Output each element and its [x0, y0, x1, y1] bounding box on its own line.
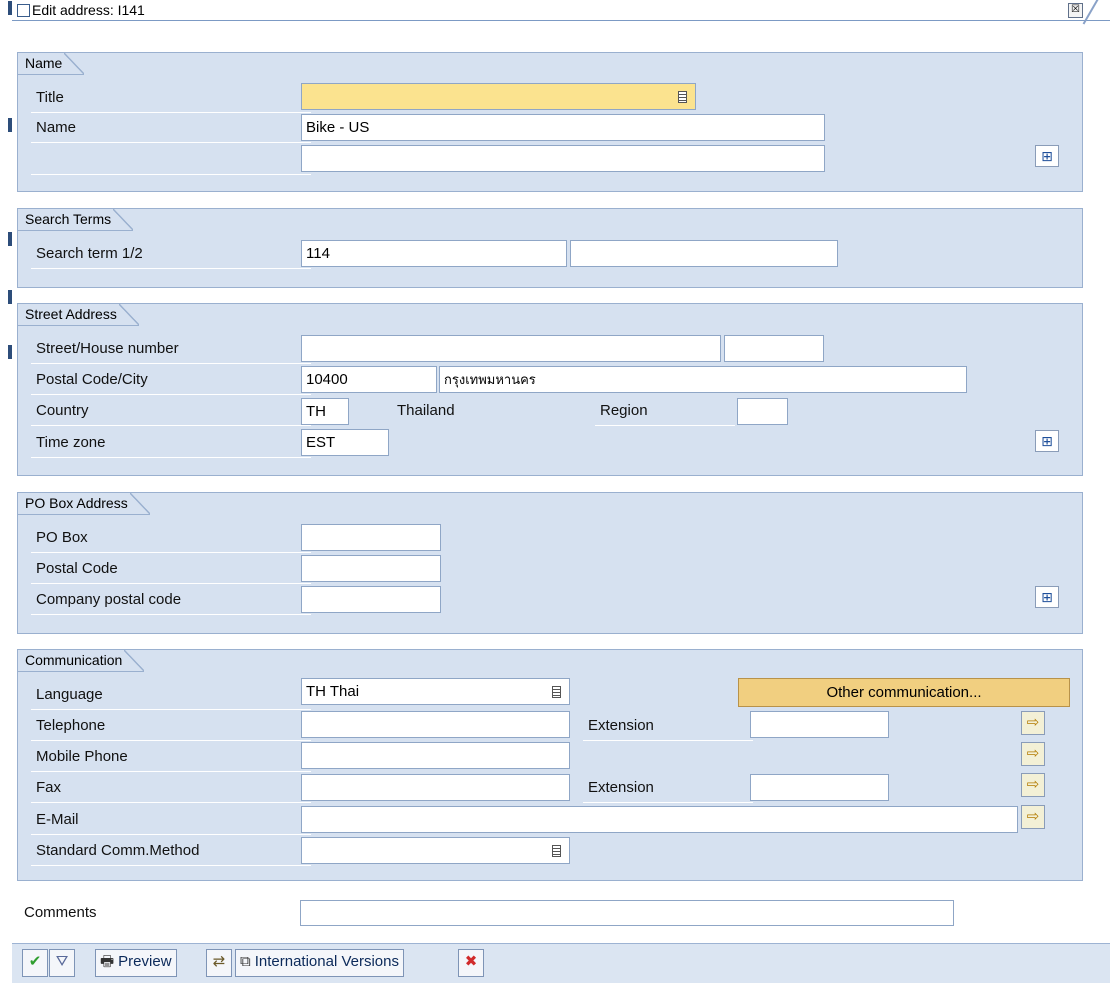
arrow-right-icon: ⇨: [1026, 776, 1040, 793]
preview-label: Preview: [118, 953, 172, 970]
po-postal-code-input[interactable]: [301, 555, 441, 582]
po-box-input[interactable]: [301, 524, 441, 551]
international-versions-label: International Versions: [254, 953, 399, 970]
po-box-label: PO Box: [31, 523, 311, 553]
country-name: Thailand: [397, 402, 455, 419]
edge-marker: [8, 345, 12, 359]
telephone-input[interactable]: [301, 711, 570, 738]
name-group: Name Title Name Bike - US ⊞: [17, 52, 1083, 192]
name-group-caption: Name: [17, 52, 85, 75]
country-input[interactable]: TH: [301, 398, 349, 425]
po-box-caption: PO Box Address: [17, 492, 150, 515]
mobile-phone-input[interactable]: [301, 742, 570, 769]
versions-icon: ⧉: [240, 953, 251, 970]
communication-caption: Communication: [17, 649, 145, 672]
language-dropdown[interactable]: TH Thai: [301, 678, 570, 705]
company-postal-code-label: Company postal code: [31, 585, 311, 615]
standard-comm-method-label: Standard Comm.Method: [31, 836, 311, 866]
cancel-icon: ✖: [464, 953, 478, 970]
email-details-button[interactable]: ⇨: [1021, 805, 1045, 829]
po-postal-code-label: Postal Code: [31, 554, 311, 584]
search-terms-caption: Search Terms: [17, 208, 134, 231]
search-term-1-input[interactable]: 114: [301, 240, 567, 267]
checkmark-icon: ✔: [28, 953, 42, 970]
fax-extension-input[interactable]: [750, 774, 889, 801]
street-input[interactable]: [301, 335, 721, 362]
title-dropdown[interactable]: [301, 83, 696, 110]
fax-extension-label: Extension: [583, 773, 753, 803]
printer-icon: 🖶: [100, 953, 115, 970]
dialog-titlebar: Edit address: I141 ☒: [12, 0, 1110, 25]
arrow-right-icon: ⇨: [1026, 808, 1040, 825]
more-fields-button[interactable]: ⊞: [1035, 430, 1059, 452]
telephone-details-button[interactable]: ⇨: [1021, 711, 1045, 735]
name2-input[interactable]: [301, 145, 825, 172]
more-fields-icon: ⊞: [1041, 589, 1053, 605]
international-versions-button[interactable]: ⧉ International Versions: [235, 949, 404, 977]
confirm-button[interactable]: ✔: [22, 949, 48, 977]
arrow-right-icon: ⇨: [1026, 745, 1040, 762]
edge-marker: [8, 290, 12, 304]
fax-label: Fax: [31, 773, 311, 803]
search-term-2-input[interactable]: [570, 240, 838, 267]
more-fields-icon: ⊞: [1041, 433, 1053, 449]
edge-marker: [8, 118, 12, 132]
filter-icon: ⛛: [55, 953, 69, 970]
more-fields-button[interactable]: ⊞: [1035, 586, 1059, 608]
telephone-extension-input[interactable]: [750, 711, 889, 738]
more-fields-icon: ⊞: [1041, 148, 1053, 164]
titlebar-slant: [1082, 0, 1100, 25]
title-label: Title: [31, 83, 311, 113]
language-label: Language: [31, 680, 311, 710]
fax-input[interactable]: [301, 774, 570, 801]
switch-icon: ⇄: [212, 953, 226, 970]
fax-details-button[interactable]: ⇨: [1021, 773, 1045, 797]
time-zone-input[interactable]: EST: [301, 429, 389, 456]
close-button[interactable]: ☒: [1068, 3, 1083, 18]
left-edge: [0, 0, 12, 983]
city-input[interactable]: กรุงเทพมหานคร: [439, 366, 967, 393]
name-label: Name: [31, 113, 311, 143]
dialog-toolbar: ✔ ⛛ 🖶 Preview ⇄ ⧉ International Versions ✖: [12, 943, 1110, 983]
time-zone-label: Time zone: [31, 428, 311, 458]
country-label: Country: [31, 396, 311, 426]
preview-button[interactable]: 🖶 Preview: [95, 949, 177, 977]
street-label: Street/House number: [31, 334, 311, 364]
email-label: E-Mail: [31, 805, 311, 835]
communication-group: Communication Language TH Thai Other com…: [17, 649, 1083, 881]
standard-comm-method-dropdown[interactable]: [301, 837, 570, 864]
mobile-phone-label: Mobile Phone: [31, 742, 311, 772]
arrow-right-icon: ⇨: [1026, 714, 1040, 731]
region-input[interactable]: [737, 398, 788, 425]
company-postal-code-input[interactable]: [301, 586, 441, 613]
email-input[interactable]: [301, 806, 1018, 833]
street-address-caption: Street Address: [17, 303, 139, 326]
other-communication-button[interactable]: Other communication...: [738, 678, 1070, 707]
search-term-label: Search term 1/2: [31, 239, 311, 269]
telephone-extension-label: Extension: [583, 711, 753, 741]
street-address-group: Street Address Street/House number Posta…: [17, 303, 1083, 476]
postal-code-input[interactable]: 10400: [301, 366, 437, 393]
switch-button[interactable]: ⇄: [206, 949, 232, 977]
edge-marker: [8, 232, 12, 246]
mobile-details-button[interactable]: ⇨: [1021, 742, 1045, 766]
more-fields-button[interactable]: ⊞: [1035, 145, 1059, 167]
dialog-title: Edit address: I141: [32, 2, 145, 18]
postal-city-label: Postal Code/City: [31, 365, 311, 395]
telephone-label: Telephone: [31, 711, 311, 741]
comments-label: Comments: [24, 904, 97, 921]
cancel-button[interactable]: ✖: [458, 949, 484, 977]
filter-button[interactable]: ⛛: [49, 949, 75, 977]
edit-icon: [17, 4, 30, 17]
name-input[interactable]: Bike - US: [301, 114, 825, 141]
name2-label: [31, 145, 311, 175]
region-label: Region: [595, 396, 735, 426]
comments-input[interactable]: [300, 900, 954, 926]
house-number-input[interactable]: [724, 335, 824, 362]
search-terms-group: Search Terms Search term 1/2 114: [17, 208, 1083, 288]
po-box-group: PO Box Address PO Box Postal Code Compan…: [17, 492, 1083, 634]
